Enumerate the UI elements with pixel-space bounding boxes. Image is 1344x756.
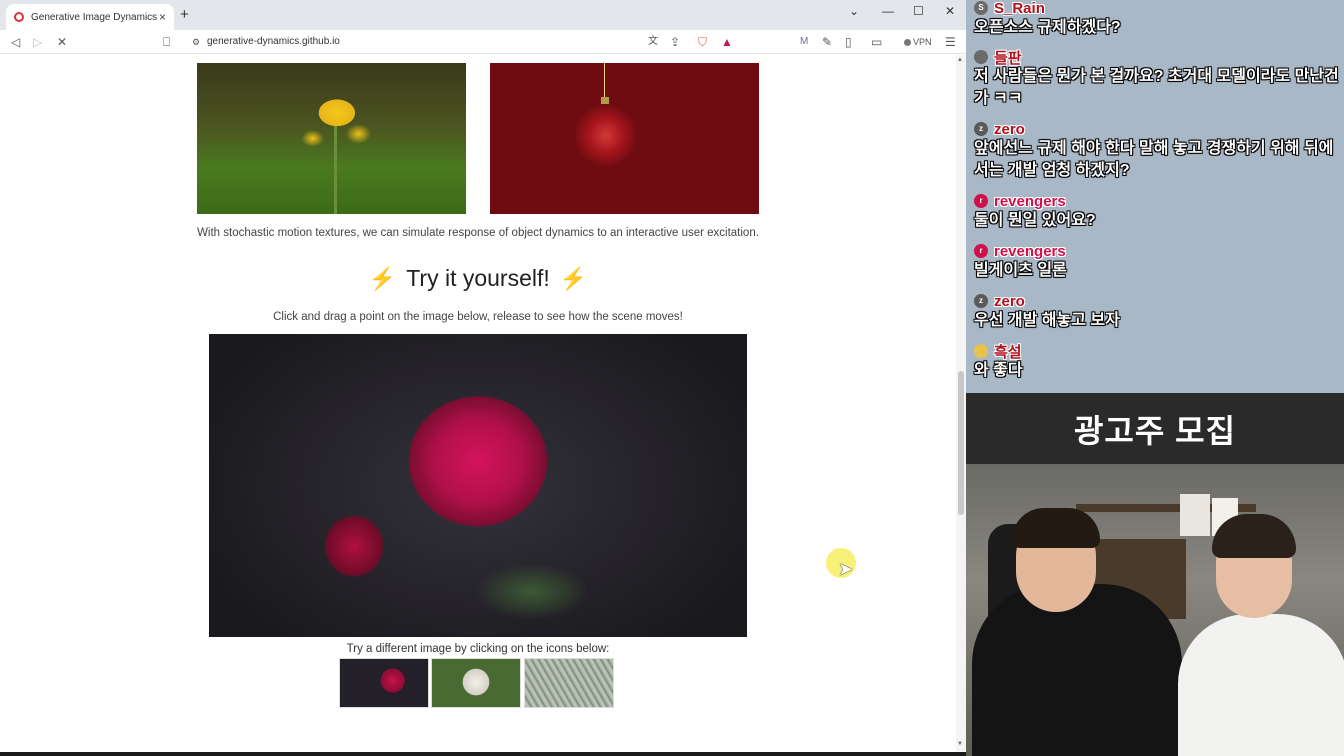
chat-text: 오픈소스 규제하겠다?	[974, 19, 1121, 36]
user-avatar: r	[974, 244, 988, 258]
ornament-cap	[601, 97, 609, 104]
user-avatar: S	[974, 1, 988, 15]
maximize-icon[interactable]: ☐	[913, 4, 924, 18]
interactive-rose-canvas[interactable]	[209, 334, 747, 637]
chat-text: 우선 개발 해놓고 보자	[974, 312, 1120, 329]
stop-loading-icon[interactable]: ✕	[57, 34, 67, 50]
chat-message: 흑설 와 좋다	[974, 342, 1340, 382]
image-picker-caption: Try a different image by clicking on the…	[346, 643, 610, 655]
scroll-down-icon[interactable]: ▼	[957, 741, 963, 747]
site-info-icon[interactable]: ⚙	[192, 34, 200, 50]
vpn-button[interactable]: VPN	[904, 34, 932, 50]
chat-message-header: z zero	[974, 120, 1340, 138]
try-it-heading: ⚡ Try it yourself! ⚡	[0, 265, 956, 292]
chat-text: 둘이 뭔일 있어요?	[974, 212, 1096, 229]
chat-message: r revengers 둘이 뭔일 있어요?	[974, 192, 1340, 232]
browser-titlebar: Generative Image Dynamics × + ⌄ — ☐ ✕	[0, 0, 966, 30]
bookmark-icon[interactable]: ⎕	[163, 34, 170, 50]
page-content: With stochastic motion textures, we can …	[0, 55, 956, 752]
wallet-icon[interactable]: ▭	[871, 34, 882, 50]
taskbar-edge	[0, 752, 966, 756]
brave-rewards-icon[interactable]: ▲	[721, 34, 733, 50]
thumbnail-red-rose[interactable]	[339, 658, 429, 708]
tab-search-icon[interactable]: ⌄	[849, 4, 859, 18]
motion-caption: With stochastic motion textures, we can …	[197, 227, 759, 239]
streamer-left	[972, 584, 1182, 756]
chat-message: z zero 앞에선느 규제 해야 한다 말해 놓고 경쟁하기 위해 뒤에서는 …	[974, 120, 1340, 182]
chat-message-header: z zero	[974, 292, 1340, 310]
forward-icon[interactable]: ▷	[33, 34, 42, 50]
chat-message-header: r revengers	[974, 242, 1340, 260]
browser-tab[interactable]: Generative Image Dynamics ×	[6, 4, 174, 30]
try-it-title: Try it yourself!	[406, 265, 550, 291]
streamer-left-hair	[1012, 508, 1100, 548]
thumbnail-frosted-plant[interactable]	[524, 658, 614, 708]
scrollbar-thumb[interactable]	[958, 371, 964, 515]
user-avatar	[974, 344, 988, 358]
minimize-icon[interactable]: —	[882, 4, 894, 18]
streamer-right-hair	[1212, 514, 1296, 558]
screen: Generative Image Dynamics × + ⌄ — ☐ ✕ ◁ …	[0, 0, 1344, 756]
page-scrollbar[interactable]: ▲ ▼	[956, 55, 966, 752]
browser-toolbar: ◁ ▷ ✕ ⎕ ⚙ generative-dynamics.github.io …	[0, 30, 966, 54]
chat-nickname: revengers	[994, 192, 1066, 210]
chat-message-header: r revengers	[974, 192, 1340, 210]
chat-text: 앞에선느 규제 해야 한다 말해 놓고 경쟁하기 위해 뒤에서는 개발 엄청 하…	[974, 140, 1334, 179]
ad-banner: 광고주 모집	[966, 393, 1344, 464]
webcam-feed	[966, 464, 1344, 756]
tab-close-icon[interactable]: ×	[159, 10, 166, 24]
live-chat: S S_Rain 오픈소스 규제하겠다? 들판 저 사람들은 뭔가 본 걸까요?…	[966, 0, 1344, 393]
lightning-icon: ⚡	[559, 266, 588, 291]
menu-icon[interactable]: ☰	[945, 34, 956, 50]
close-window-icon[interactable]: ✕	[945, 4, 955, 18]
address-bar[interactable]: generative-dynamics.github.io	[207, 34, 340, 50]
chat-nickname: revengers	[994, 242, 1066, 260]
chat-nickname: 흑설	[994, 343, 1022, 361]
mouse-cursor-icon: ➤	[838, 559, 854, 579]
chat-text: 와 좋다	[974, 362, 1023, 379]
share-icon[interactable]: ⇪	[670, 34, 680, 50]
drag-instructions: Click and drag a point on the image belo…	[273, 311, 683, 323]
site-favicon-icon	[14, 12, 24, 22]
user-avatar: z	[974, 122, 988, 136]
chat-nickname: S_Rain	[994, 0, 1045, 17]
chat-text: 빌게이츠 일론	[974, 262, 1067, 279]
poster	[1180, 494, 1210, 536]
user-avatar: z	[974, 294, 988, 308]
user-avatar: r	[974, 194, 988, 208]
chat-nickname: zero	[994, 292, 1025, 310]
sidebar-icon[interactable]: ▯	[845, 34, 852, 50]
chat-message-header: S S_Rain	[974, 0, 1340, 17]
ornament-string	[604, 63, 605, 98]
flower-stem	[334, 126, 337, 214]
ornament-video	[490, 63, 759, 214]
streamer-right	[1178, 614, 1344, 756]
brave-shield-icon[interactable]: ⛉	[698, 34, 707, 50]
chat-message-header: 흑설	[974, 342, 1340, 361]
chat-message-header: 들판	[974, 48, 1340, 67]
browser-window: Generative Image Dynamics × + ⌄ — ☐ ✕ ◁ …	[0, 0, 966, 752]
chat-message: z zero 우선 개발 해놓고 보자	[974, 292, 1340, 332]
scroll-up-icon[interactable]: ▲	[957, 57, 963, 63]
lightning-icon: ⚡	[368, 266, 397, 291]
new-tab-icon[interactable]: +	[180, 7, 189, 22]
chat-message: S S_Rain 오픈소스 규제하겠다?	[974, 0, 1340, 39]
translate-icon[interactable]: 文	[648, 34, 658, 50]
extensions-puzzle-icon[interactable]: ✎	[822, 34, 832, 50]
flower-video	[197, 63, 466, 214]
back-icon[interactable]: ◁	[11, 34, 20, 50]
user-avatar	[974, 50, 988, 64]
tab-title: Generative Image Dynamics	[31, 11, 158, 23]
ad-banner-text: 광고주 모집	[1073, 412, 1237, 449]
chat-message: r revengers 빌게이츠 일론	[974, 242, 1340, 282]
chat-nickname: zero	[994, 120, 1025, 138]
thumbnail-white-rose[interactable]	[431, 658, 521, 708]
chat-nickname: 들판	[994, 49, 1022, 67]
chat-text: 저 사람들은 뭔가 본 걸까요? 초거대 모델이라도 만난건가 ㅋㅋ	[974, 68, 1339, 107]
chat-message: 들판 저 사람들은 뭔가 본 걸까요? 초거대 모델이라도 만난건가 ㅋㅋ	[974, 48, 1340, 110]
extension-icon[interactable]: M	[800, 34, 808, 50]
